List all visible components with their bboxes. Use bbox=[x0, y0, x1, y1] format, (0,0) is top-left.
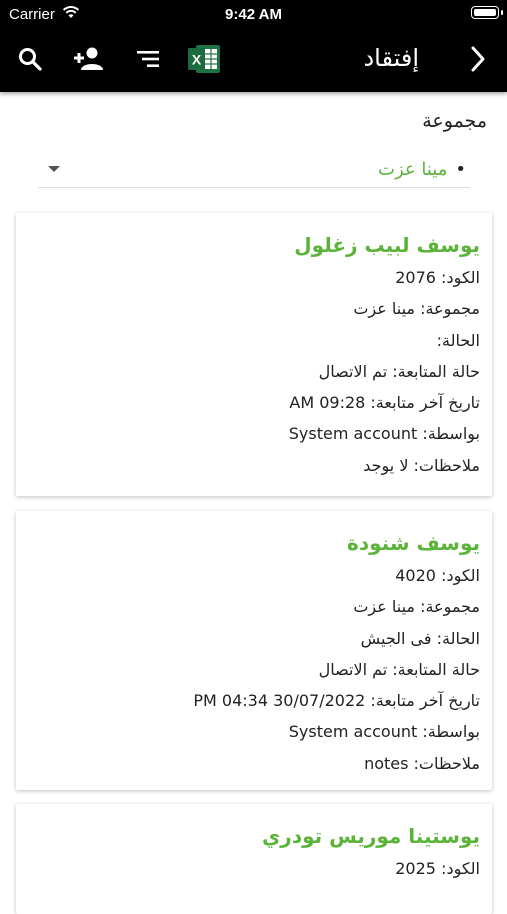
member-code: الكود: 2076 bbox=[395, 268, 480, 287]
member-state: الحالة: bbox=[436, 330, 480, 350]
member-name: يوستينا موريس تودري bbox=[261, 824, 480, 848]
status-bar: Carrier 9:42 AM bbox=[0, 0, 507, 28]
clock: 9:42 AM bbox=[225, 6, 282, 23]
member-group: مجموعة: مينا عزت bbox=[353, 597, 480, 617]
chevron-right-icon[interactable] bbox=[461, 42, 495, 76]
group-dropdown-value: • مينا عزت bbox=[378, 159, 466, 180]
member-code: الكود: 2025 bbox=[395, 859, 480, 878]
member-notes: ملاحظات: notes bbox=[364, 753, 480, 773]
filter-icon[interactable] bbox=[131, 42, 165, 76]
app-toolbar: X إفتقاد bbox=[0, 28, 507, 92]
member-group: مجموعة: مينا عزت bbox=[353, 299, 480, 319]
member-card[interactable]: يوسف لبيب زغلول الكود: 2076 مجموعة: مينا… bbox=[16, 213, 492, 496]
page-title: إفتقاد bbox=[363, 44, 419, 72]
member-name: يوسف لبيب زغلول bbox=[294, 233, 480, 257]
excel-icon[interactable]: X bbox=[187, 42, 221, 76]
group-label: مجموعة bbox=[422, 110, 487, 132]
group-dropdown[interactable]: • مينا عزت bbox=[38, 150, 470, 188]
search-icon[interactable] bbox=[13, 42, 47, 76]
add-person-icon[interactable] bbox=[72, 42, 106, 76]
member-followup-state: حالة المتابعة: تم الاتصال bbox=[318, 361, 480, 381]
member-last-followup: تاريخ آخر متابعة: 09:28 AM bbox=[289, 393, 480, 413]
bullet-icon: • bbox=[455, 159, 466, 180]
member-card[interactable]: يوسف شنودة الكود: 4020 مجموعة: مينا عزت … bbox=[16, 511, 492, 790]
member-followup-state: حالة المتابعة: تم الاتصال bbox=[318, 659, 480, 679]
member-card[interactable]: يوستينا موريس تودري الكود: 2025 bbox=[16, 804, 492, 914]
excel-letter: X bbox=[192, 52, 202, 68]
member-followed-by: بواسطة: System account bbox=[288, 722, 480, 742]
member-followed-by: بواسطة: System account bbox=[288, 424, 480, 444]
member-state: الحالة: فى الجيش bbox=[360, 628, 480, 648]
member-last-followup: تاريخ آخر متابعة: 30/07/2022 04:34 PM bbox=[193, 691, 480, 711]
group-selected-text: مينا عزت bbox=[378, 159, 448, 180]
chevron-down-icon bbox=[48, 166, 60, 172]
member-notes: ملاحظات: لا يوجد bbox=[363, 455, 480, 475]
member-code: الكود: 4020 bbox=[395, 566, 480, 585]
battery-icon bbox=[471, 6, 503, 19]
member-name: يوسف شنودة bbox=[347, 531, 480, 555]
